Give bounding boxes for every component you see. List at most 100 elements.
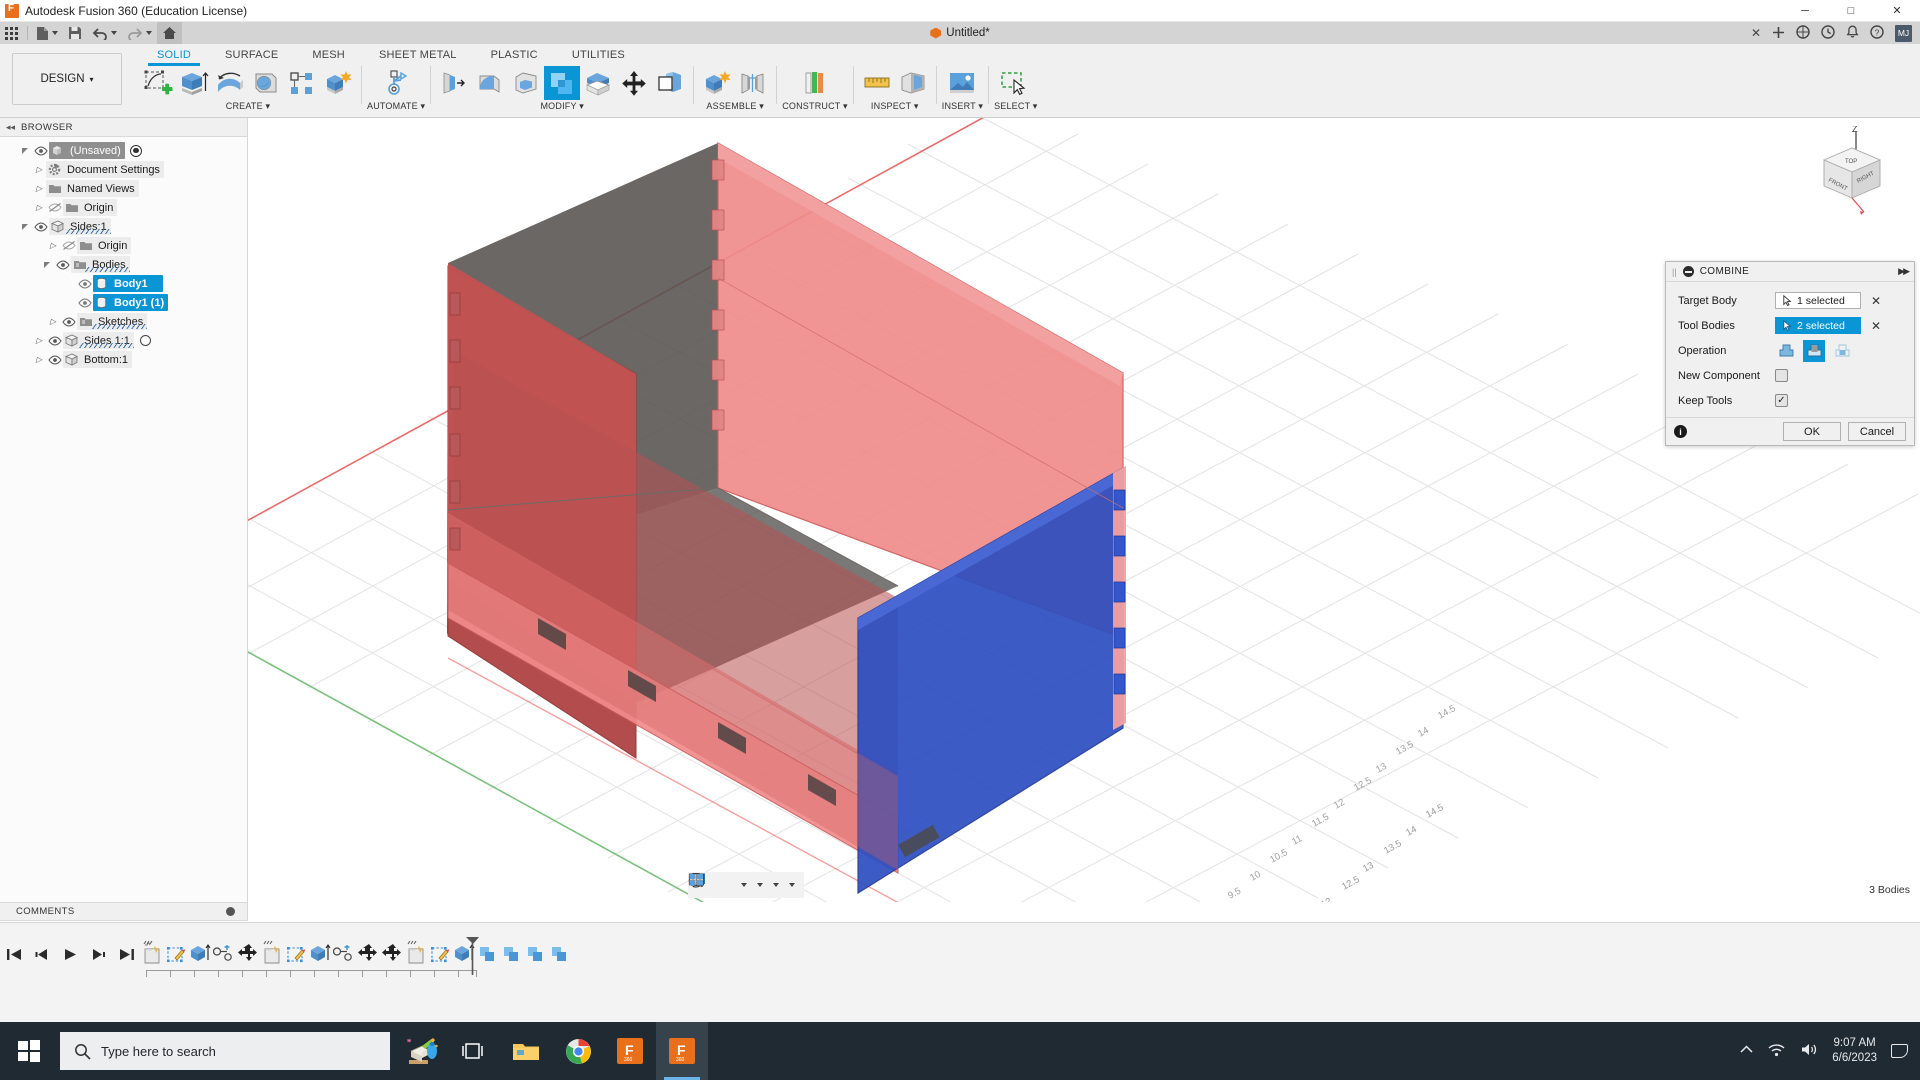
file-explorer-icon[interactable]: [500, 1022, 552, 1080]
model-viewport[interactable]: 14.5 14 13.5 13 12.5 12 15 14.5: [248, 118, 1920, 902]
join-operation-icon[interactable]: [1775, 340, 1797, 362]
cancel-button[interactable]: Cancel: [1848, 422, 1906, 441]
modify-panel-label[interactable]: MODIFY ▾: [540, 101, 583, 112]
info-icon[interactable]: i: [1674, 425, 1687, 438]
dialog-expand-icon[interactable]: ▶▶: [1898, 266, 1908, 277]
visibility-eye-icon[interactable]: [54, 260, 71, 270]
cortana-taskview-icon[interactable]: [396, 1022, 448, 1080]
tab-solid[interactable]: SOLID: [140, 46, 208, 65]
tree-item-origin-nested[interactable]: Origin: [77, 237, 131, 254]
tree-row-body1-1[interactable]: Body1 (1): [0, 293, 247, 312]
tree-row-sides-1-1[interactable]: ▷ Sides 1:1: [0, 331, 247, 350]
sketch-feature-icon[interactable]: [260, 939, 284, 967]
tree-item-sketches[interactable]: Sketches: [77, 313, 147, 330]
select-panel-label[interactable]: SELECT ▾: [994, 101, 1037, 112]
tree-row-body1[interactable]: Body1: [0, 274, 247, 293]
section-analysis-button[interactable]: [895, 66, 931, 100]
model-canvas[interactable]: 14.5 14 13.5 13 12.5 12 15 14.5 14.5 14: [248, 118, 1920, 902]
home-icon[interactable]: [157, 22, 182, 44]
minimize-button[interactable]: ─: [1782, 0, 1828, 22]
pin-icon[interactable]: [226, 907, 235, 916]
tree-row-bodies[interactable]: Bodies: [0, 255, 247, 274]
tree-row-origin-nested[interactable]: ▷ Origin: [0, 236, 247, 255]
move-copy-button[interactable]: [616, 66, 652, 100]
expand-arrow-icon[interactable]: [22, 224, 28, 230]
cut-operation-icon[interactable]: [1803, 340, 1825, 362]
extensions-icon[interactable]: [1796, 25, 1810, 41]
sketch-feature-icon[interactable]: [140, 939, 164, 967]
measure-button[interactable]: [859, 66, 895, 100]
tree-item-unsaved[interactable]: (Unsaved): [49, 142, 125, 159]
move-copy-feature-icon[interactable]: [380, 939, 404, 967]
expand-arrow-icon[interactable]: [44, 262, 50, 268]
view-cube[interactable]: Z TOP FRONT RIGHT: [1790, 126, 1900, 226]
create-sketch-button[interactable]: [140, 66, 176, 100]
task-view-icon[interactable]: [448, 1022, 500, 1080]
go-to-beginning-icon[interactable]: [6, 947, 23, 967]
tree-item-body1-1[interactable]: Body1 (1): [93, 294, 168, 311]
combine-button[interactable]: [544, 66, 580, 100]
pattern-button[interactable]: [284, 66, 320, 100]
sketch-dim-feature-icon[interactable]: [164, 939, 188, 967]
move-feature-icon[interactable]: [356, 939, 380, 967]
insert-panel-label[interactable]: INSERT ▾: [942, 101, 983, 112]
tab-plastic[interactable]: PLASTIC: [474, 46, 555, 65]
visibility-hidden-icon[interactable]: [46, 202, 63, 213]
tree-item-origin-root[interactable]: Origin: [63, 199, 117, 216]
joint-button[interactable]: [735, 66, 771, 100]
assemble-panel-label[interactable]: ASSEMBLE ▾: [706, 101, 764, 112]
expand-arrow-icon[interactable]: ▷: [32, 355, 46, 364]
visibility-eye-icon[interactable]: [60, 317, 77, 327]
go-to-end-icon[interactable]: [118, 947, 135, 967]
tab-surface[interactable]: SURFACE: [208, 46, 295, 65]
chrome-icon[interactable]: [552, 1022, 604, 1080]
maximize-button[interactable]: □: [1828, 0, 1874, 22]
revolve-button[interactable]: [212, 66, 248, 100]
tree-item-bodies[interactable]: Bodies: [71, 256, 130, 273]
visibility-eye-icon[interactable]: [32, 222, 49, 232]
sketch-feature-icon[interactable]: [404, 939, 428, 967]
tree-row-named-views[interactable]: ▷ Named Views: [0, 179, 247, 198]
joint-feature-icon[interactable]: [332, 939, 356, 967]
tree-row-unsaved[interactable]: (Unsaved): [0, 141, 247, 160]
search-input[interactable]: Type here to search: [60, 1032, 390, 1070]
step-forward-icon[interactable]: [90, 947, 107, 967]
windows-start-icon[interactable]: [0, 1022, 58, 1080]
volume-icon[interactable]: [1800, 1042, 1818, 1060]
target-body-select[interactable]: 1 selected: [1775, 292, 1861, 309]
press-pull-button[interactable]: [436, 66, 472, 100]
combine-feature-icon[interactable]: [524, 939, 548, 967]
combine-feature-icon[interactable]: [548, 939, 572, 967]
close-button[interactable]: ✕: [1874, 0, 1920, 22]
expand-arrow-icon[interactable]: ▷: [32, 165, 46, 174]
automate-button[interactable]: [378, 66, 414, 100]
new-component-checkbox[interactable]: [1775, 369, 1788, 382]
help-question-icon[interactable]: ?: [1870, 25, 1884, 41]
shell-button[interactable]: [508, 66, 544, 100]
joint-feature-icon[interactable]: [212, 939, 236, 967]
tab-utilities[interactable]: UTILITIES: [555, 46, 642, 65]
intersect-operation-icon[interactable]: [1831, 340, 1853, 362]
move-feature-icon[interactable]: [236, 939, 260, 967]
play-icon[interactable]: [62, 947, 79, 967]
combine-feature-icon[interactable]: [500, 939, 524, 967]
expand-arrow-icon[interactable]: [22, 148, 28, 154]
automate-panel-label[interactable]: AUTOMATE ▾: [367, 101, 425, 112]
clock[interactable]: 9:07 AM 6/6/2023: [1832, 1036, 1877, 1066]
fillet-button[interactable]: [472, 66, 508, 100]
construct-panel-label[interactable]: CONSTRUCT ▾: [782, 101, 848, 112]
extrude-feature-icon[interactable]: [308, 939, 332, 967]
activate-component-radio[interactable]: [130, 145, 142, 157]
grid-snaps-icon[interactable]: [769, 883, 782, 887]
dialog-header[interactable]: || COMBINE ▶▶: [1666, 262, 1914, 282]
tab-mesh[interactable]: MESH: [295, 46, 362, 65]
visibility-eye-icon[interactable]: [46, 336, 63, 346]
construct-plane-button[interactable]: [797, 66, 833, 100]
save-icon[interactable]: [63, 22, 87, 44]
offset-face-button[interactable]: [580, 66, 616, 100]
expand-arrow-icon[interactable]: ▷: [46, 241, 60, 250]
expand-arrow-icon[interactable]: ▷: [32, 184, 46, 193]
tree-item-bottom-1[interactable]: Bottom:1: [63, 351, 132, 368]
expand-arrow-icon[interactable]: ▷: [32, 336, 46, 345]
network-icon[interactable]: [1767, 1042, 1786, 1060]
